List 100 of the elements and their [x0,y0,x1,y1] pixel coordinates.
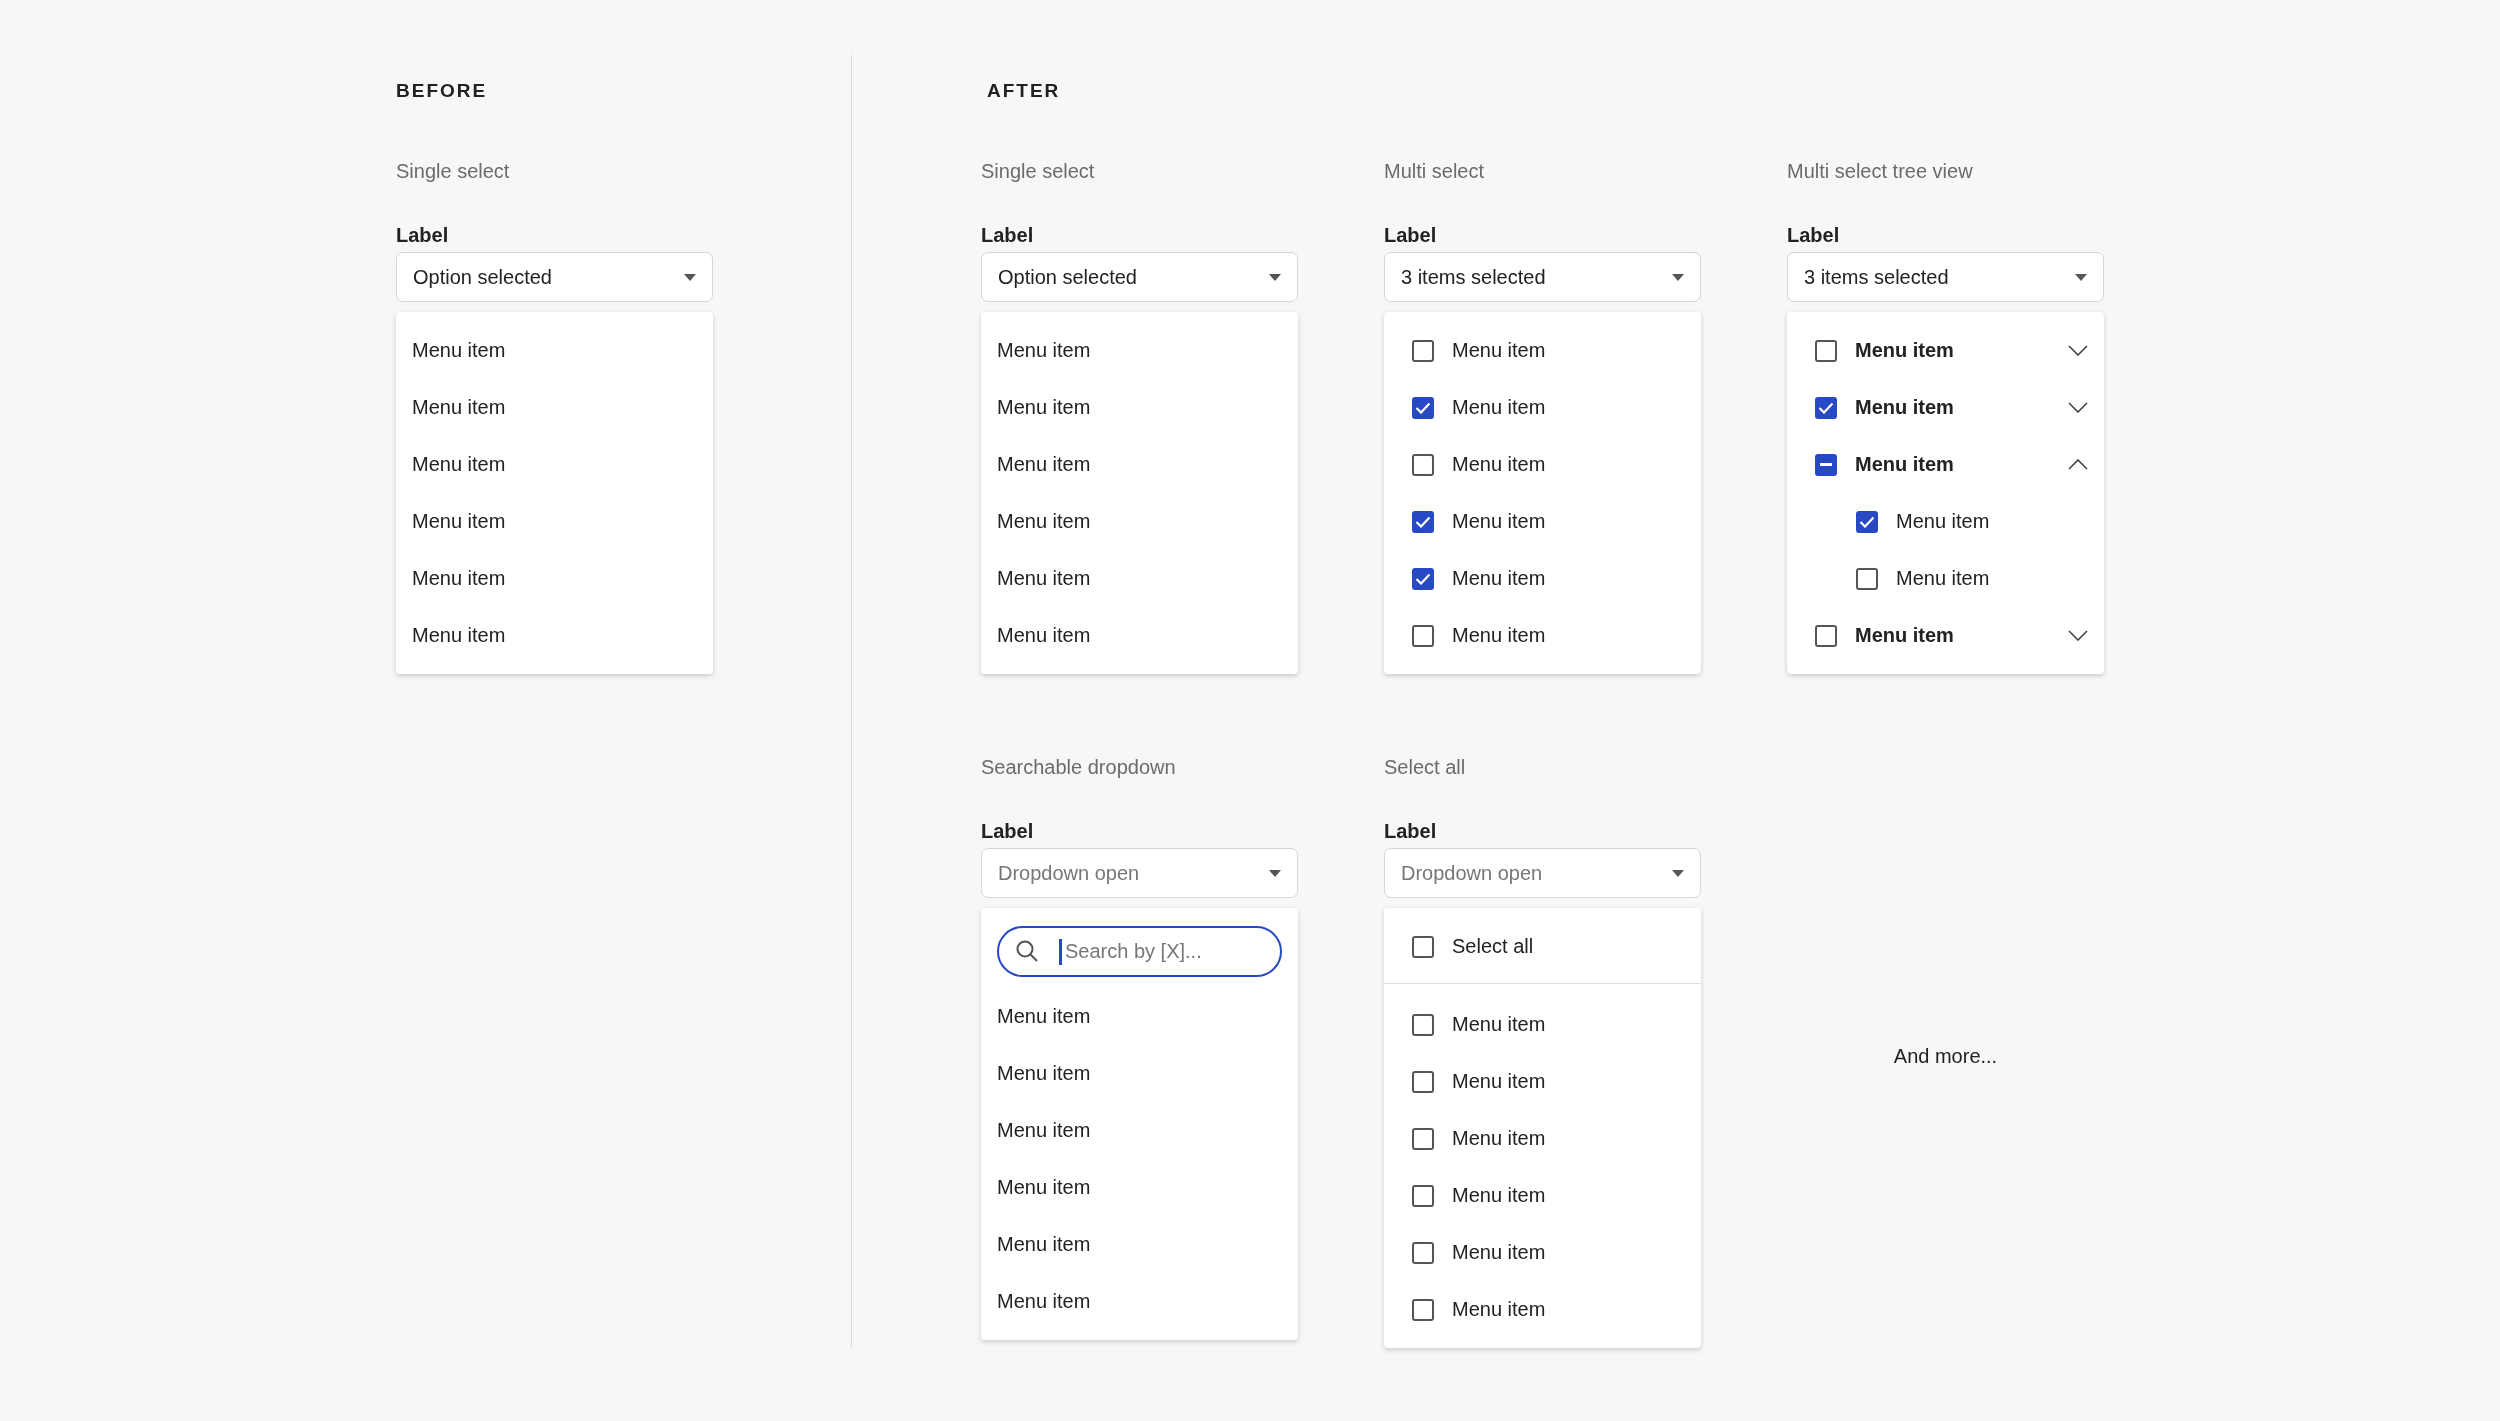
menu-item[interactable]: Menu item [396,607,713,664]
text-cursor [1059,939,1062,965]
checkmark-icon [1415,572,1431,585]
menu-item[interactable]: Menu item [1855,396,2050,419]
menu-item[interactable]: Menu item [1452,624,1685,647]
field-label: Label [1787,224,1841,248]
caret-icon [1269,273,1281,281]
field-label: Label [396,224,450,248]
menu-item[interactable]: Menu item [981,607,1298,664]
example-title: Searchable dropdown [981,756,1177,780]
menu-item[interactable]: Menu item [1452,453,1685,476]
select-value: Option selected [998,265,1137,289]
menu-item[interactable]: Menu item [981,436,1298,493]
menu-item[interactable]: Menu item [1452,339,1685,362]
minus-icon [1820,463,1832,466]
menu-item[interactable]: Menu item [1452,396,1685,419]
search-field[interactable]: Search by [X]... [997,926,1282,977]
chevron-up-icon[interactable] [2068,459,2088,470]
menu-item[interactable]: Menu item [981,988,1298,1045]
menu-item[interactable]: Menu item [1452,1184,1685,1207]
menu-item[interactable]: Menu item [396,493,713,550]
example-title: Multi select [1384,160,1486,184]
caret-icon [1672,869,1684,877]
select-field[interactable]: Dropdown open [981,848,1298,898]
checkbox[interactable] [1412,396,1434,419]
checkbox[interactable] [1856,510,1878,533]
menu-item[interactable]: Menu item [1855,453,2050,476]
menu-item[interactable]: Menu item [1452,1127,1685,1150]
select-value: 3 items selected [1804,265,1949,289]
select-placeholder: Dropdown open [1401,861,1543,885]
select-field[interactable]: Dropdown open [1384,848,1701,898]
menu-item[interactable]: Menu item [981,550,1298,607]
menu-item[interactable]: Menu item [1452,567,1685,590]
select-field[interactable]: Option selected [396,252,713,302]
select-value: 3 items selected [1401,265,1546,289]
chevron-down-icon[interactable] [2068,402,2088,413]
select-field[interactable]: 3 items selected [1384,252,1701,302]
indeterminate-checkbox[interactable] [1815,453,1837,476]
menu-item[interactable]: Menu item [981,379,1298,436]
checkbox[interactable] [1412,567,1434,590]
checkbox[interactable] [1412,1298,1434,1321]
select-field[interactable]: 3 items selected [1787,252,2104,302]
menu-item[interactable]: Menu item [981,1159,1298,1216]
menu-item[interactable]: Menu item [1896,567,2088,590]
checkmark-icon [1415,401,1431,414]
caret-icon [684,273,696,281]
checkbox[interactable] [1412,510,1434,533]
field-label: Label [981,820,1035,844]
checkmark-icon [1415,515,1431,528]
example-title: Single select [981,160,1096,184]
checkbox[interactable] [1412,1241,1434,1264]
select-field[interactable]: Option selected [981,252,1298,302]
menu-item[interactable]: Menu item [396,436,713,493]
checkmark-icon [1818,401,1834,414]
more-note: And more... [1893,1044,1998,1068]
caret-icon [2075,273,2087,281]
select-value: Option selected [413,265,552,289]
checkbox[interactable] [1412,624,1434,647]
search-icon [1015,939,1039,963]
menu-item[interactable]: Menu item [981,322,1298,379]
menu-item[interactable]: Menu item [981,493,1298,550]
example-title: Multi select tree view [1787,160,1974,184]
checkbox[interactable] [1412,1070,1434,1093]
caret-icon [1672,273,1684,281]
caret-icon [1269,869,1281,877]
menu-item[interactable]: Menu item [1452,1013,1685,1036]
checkbox[interactable] [1412,453,1434,476]
section-heading: AFTER [986,80,1062,102]
chevron-down-icon[interactable] [2068,630,2088,641]
checkbox[interactable] [1412,1184,1434,1207]
section-heading: BEFORE [396,80,489,102]
menu-item[interactable]: Menu item [1855,339,2050,362]
checkbox[interactable] [1856,567,1878,590]
menu-item[interactable]: Menu item [1452,1298,1685,1321]
menu-item[interactable]: Menu item [981,1102,1298,1159]
select-placeholder: Dropdown open [998,861,1140,885]
select-all-option[interactable]: Select all [1452,935,1685,958]
checkbox[interactable] [1412,339,1434,362]
menu-item[interactable]: Menu item [1452,1241,1685,1264]
field-label: Label [1384,224,1438,248]
example-title: Select all [1384,756,1467,780]
menu-item[interactable]: Menu item [981,1273,1298,1330]
chevron-down-icon[interactable] [2068,345,2088,356]
menu-item[interactable]: Menu item [1855,624,2050,647]
checkbox[interactable] [1412,1013,1434,1036]
menu-item[interactable]: Menu item [396,379,713,436]
menu-item[interactable]: Menu item [1896,510,2088,533]
menu-item[interactable]: Menu item [1452,1070,1685,1093]
menu-item[interactable]: Menu item [981,1045,1298,1102]
menu-item[interactable]: Menu item [981,1216,1298,1273]
checkbox[interactable] [1815,396,1837,419]
menu-item[interactable]: Menu item [396,322,713,379]
menu-item[interactable]: Menu item [1452,510,1685,533]
checkbox[interactable] [1412,1127,1434,1150]
checkbox[interactable] [1815,624,1837,647]
field-label: Label [1384,820,1438,844]
menu-item[interactable]: Menu item [396,550,713,607]
checkmark-icon [1859,515,1875,528]
checkbox[interactable] [1412,935,1434,958]
checkbox[interactable] [1815,339,1837,362]
